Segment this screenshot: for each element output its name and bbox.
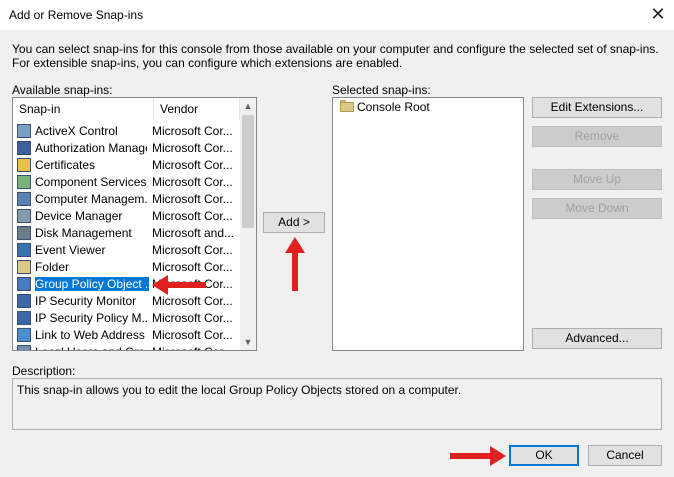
- activex-icon: [17, 124, 31, 138]
- snapin-vendor: Microsoft Cor...: [152, 345, 236, 350]
- snapin-vendor: Microsoft Cor...: [152, 209, 233, 223]
- snapin-vendor: Microsoft Cor...: [152, 260, 233, 274]
- column-header-vendor[interactable]: Vendor: [154, 98, 240, 120]
- snapin-row[interactable]: Component Services Microsoft Cor...: [13, 174, 238, 191]
- scroll-up-icon[interactable]: ▲: [240, 98, 256, 114]
- selected-label: Selected snap-ins:: [332, 83, 431, 97]
- users-icon: [17, 345, 31, 350]
- snapin-row[interactable]: IP Security Policy M... Microsoft Cor...: [13, 310, 238, 327]
- snapin-row[interactable]: Certificates Microsoft Cor...: [13, 157, 238, 174]
- policy-icon: [17, 277, 31, 291]
- selected-item[interactable]: Console Root: [357, 100, 430, 114]
- snapin-name: Folder: [35, 260, 70, 274]
- description-text: This snap-in allows you to edit the loca…: [17, 383, 462, 397]
- add-button[interactable]: Add >: [263, 212, 325, 233]
- snapin-row[interactable]: Authorization Manager Microsoft Cor...: [13, 140, 238, 157]
- snapin-vendor: Microsoft Cor...: [152, 175, 233, 189]
- snapin-row[interactable]: ActiveX Control Microsoft Cor...: [13, 123, 238, 140]
- advanced-button[interactable]: Advanced...: [532, 328, 662, 349]
- description-box: This snap-in allows you to edit the loca…: [12, 378, 662, 430]
- intro-text: You can select snap-ins for this console…: [12, 42, 659, 70]
- snapin-row[interactable]: Link to Web Address Microsoft Cor...: [13, 327, 238, 344]
- snapin-row[interactable]: Local Users and Gro... Microsoft Cor...: [13, 344, 238, 350]
- available-label: Available snap-ins:: [12, 83, 113, 97]
- available-snapins-list[interactable]: Snap-in Vendor ActiveX Control Microsoft …: [12, 97, 257, 351]
- snapin-row[interactable]: IP Security Monitor Microsoft Cor...: [13, 293, 238, 310]
- snapin-vendor: Microsoft Cor...: [152, 141, 233, 155]
- remove-button[interactable]: Remove: [532, 126, 662, 147]
- snapin-vendor: Microsoft Cor...: [152, 124, 233, 138]
- authorization-icon: [17, 141, 31, 155]
- snapin-vendor: Microsoft Cor...: [152, 294, 233, 308]
- folder-icon: [17, 260, 31, 274]
- snapin-name: ActiveX Control: [35, 124, 118, 138]
- snapin-name: Component Services: [35, 175, 147, 189]
- column-header-snapin[interactable]: Snap-in: [13, 98, 154, 120]
- snapin-vendor: Microsoft Cor...: [152, 277, 233, 291]
- scroll-down-icon[interactable]: ▼: [240, 334, 256, 350]
- folder-icon: [340, 100, 354, 112]
- cancel-button[interactable]: Cancel: [588, 445, 662, 466]
- component-icon: [17, 175, 31, 189]
- security-icon: [17, 311, 31, 325]
- vertical-scrollbar[interactable]: ▲ ▼: [240, 98, 256, 350]
- device-icon: [17, 209, 31, 223]
- snapin-name: Group Policy Object ...: [35, 277, 149, 291]
- event-icon: [17, 243, 31, 257]
- snapin-name: Link to Web Address: [35, 328, 145, 342]
- snapin-name: IP Security Policy M...: [35, 311, 147, 325]
- ok-button[interactable]: OK: [509, 445, 579, 466]
- snapin-name: Authorization Manager: [35, 141, 147, 155]
- close-icon[interactable]: ✕: [648, 4, 668, 24]
- snapin-row[interactable]: Computer Managem... Microsoft Cor...: [13, 191, 238, 208]
- snapin-vendor: Microsoft Cor...: [152, 311, 233, 325]
- scroll-thumb[interactable]: [242, 115, 254, 228]
- snapin-vendor: Microsoft Cor...: [152, 328, 233, 342]
- computer-icon: [17, 192, 31, 206]
- snapin-vendor: Microsoft Cor...: [152, 192, 233, 206]
- snapin-name: Event Viewer: [35, 243, 106, 257]
- snapin-row[interactable]: Device Manager Microsoft Cor...: [13, 208, 238, 225]
- snapin-name: IP Security Monitor: [35, 294, 137, 308]
- up-arrow-icon: [285, 237, 305, 291]
- snapin-vendor: Microsoft Cor...: [152, 243, 233, 257]
- move-up-button[interactable]: Move Up: [532, 169, 662, 190]
- edit-extensions-button[interactable]: Edit Extensions...: [532, 97, 662, 118]
- link-icon: [17, 328, 31, 342]
- certificate-icon: [17, 158, 31, 172]
- snapin-row[interactable]: Event Viewer Microsoft Cor...: [13, 242, 238, 259]
- snapin-name: Computer Managem...: [35, 192, 147, 206]
- snapin-name: Local Users and Gro...: [35, 345, 147, 350]
- description-label: Description:: [12, 364, 76, 378]
- snapin-name: Disk Management: [35, 226, 132, 240]
- snapin-name: Device Manager: [35, 209, 123, 223]
- move-down-button[interactable]: Move Down: [532, 198, 662, 219]
- snapin-name: Certificates: [35, 158, 96, 172]
- selected-snapins-list[interactable]: Console Root: [332, 97, 524, 351]
- security-icon: [17, 294, 31, 308]
- disk-icon: [17, 226, 31, 240]
- snapin-vendor: Microsoft and...: [152, 226, 235, 240]
- snapin-vendor: Microsoft Cor...: [152, 158, 233, 172]
- snapin-row[interactable]: Group Policy Object ... Microsoft Cor...: [13, 276, 238, 293]
- snapin-row[interactable]: Disk Management Microsoft and...: [13, 225, 238, 242]
- snapin-row[interactable]: Folder Microsoft Cor...: [13, 259, 238, 276]
- right-arrow-icon: [450, 446, 506, 466]
- window-title: Add or Remove Snap-ins: [9, 8, 144, 22]
